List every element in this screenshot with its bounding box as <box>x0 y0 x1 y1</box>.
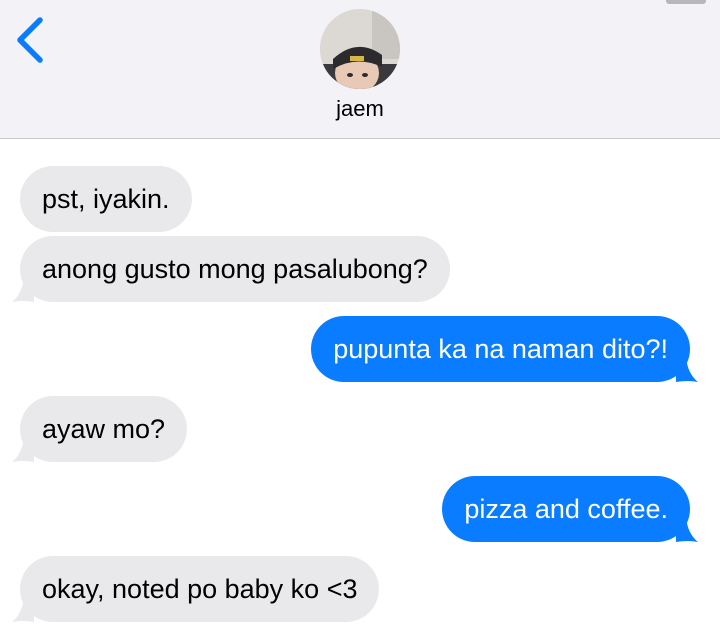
message-text: okay, noted po baby ko <3 <box>42 574 358 604</box>
message-text: pizza and coffee. <box>464 494 668 524</box>
message-bubble-received[interactable]: ayaw mo? <box>12 396 188 462</box>
message-bubble-sent[interactable]: pizza and coffee. <box>442 476 698 542</box>
conversation-header: jaem <box>0 0 720 139</box>
message-bubble-received[interactable]: pst, iyakin. <box>20 166 192 232</box>
status-indicator <box>666 0 706 4</box>
message-text: anong gusto mong pasalubong? <box>42 254 428 284</box>
message-bubble-received[interactable]: okay, noted po baby ko <3 <box>12 556 380 622</box>
bubble-tail-icon <box>12 278 34 302</box>
bubble-tail-icon <box>12 598 34 622</box>
avatar[interactable] <box>320 9 400 89</box>
message-bubble-received[interactable]: anong gusto mong pasalubong? <box>12 236 450 302</box>
bubble-tail-icon <box>676 358 698 382</box>
bubble-tail-icon <box>676 518 698 542</box>
chevron-left-icon[interactable] <box>10 14 50 66</box>
message-bubble-sent[interactable]: pupunta ka na naman dito?! <box>311 316 698 382</box>
bubble-tail-icon <box>12 438 34 462</box>
message-text: pupunta ka na naman dito?! <box>333 334 668 364</box>
message-text: ayaw mo? <box>42 414 166 444</box>
message-text: pst, iyakin. <box>42 184 170 214</box>
contact-name[interactable]: jaem <box>0 96 720 122</box>
